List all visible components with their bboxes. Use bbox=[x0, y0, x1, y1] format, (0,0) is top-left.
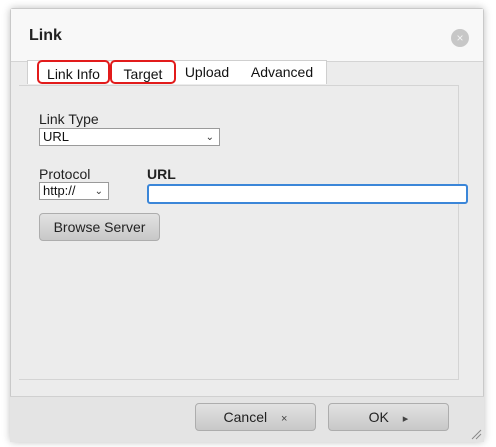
close-icon[interactable]: × bbox=[451, 29, 469, 47]
protocol-select[interactable]: http:// ⌄ bbox=[39, 182, 109, 200]
close-icon: × bbox=[281, 413, 288, 425]
chevron-down-icon: ⌄ bbox=[205, 132, 214, 143]
arrow-right-icon: ▸ bbox=[402, 413, 409, 425]
tab-advanced[interactable]: Advanced bbox=[243, 60, 321, 84]
tab-link-info[interactable]: Link Info bbox=[37, 60, 110, 84]
ok-label: OK bbox=[368, 409, 389, 425]
resize-handle-icon[interactable] bbox=[470, 428, 482, 440]
tab-target[interactable]: Target bbox=[110, 60, 176, 84]
browse-server-button[interactable]: Browse Server bbox=[39, 213, 160, 241]
dialog-title: Link bbox=[29, 27, 62, 44]
ok-button[interactable]: OK ▸ bbox=[328, 403, 449, 431]
chevron-down-icon: ⌄ bbox=[94, 186, 103, 197]
protocol-value: http:// bbox=[43, 183, 76, 198]
link-type-value: URL bbox=[43, 129, 70, 144]
url-label: URL bbox=[147, 166, 176, 182]
link-type-select[interactable]: URL ⌄ bbox=[39, 128, 220, 146]
protocol-label: Protocol bbox=[39, 166, 91, 182]
link-type-label: Link Type bbox=[39, 111, 99, 127]
cancel-button[interactable]: Cancel × bbox=[195, 403, 316, 431]
tab-upload[interactable]: Upload bbox=[179, 60, 235, 84]
cancel-label: Cancel bbox=[223, 409, 268, 425]
dialog-titlebar[interactable]: Link × bbox=[11, 9, 483, 62]
url-input[interactable] bbox=[147, 184, 468, 204]
